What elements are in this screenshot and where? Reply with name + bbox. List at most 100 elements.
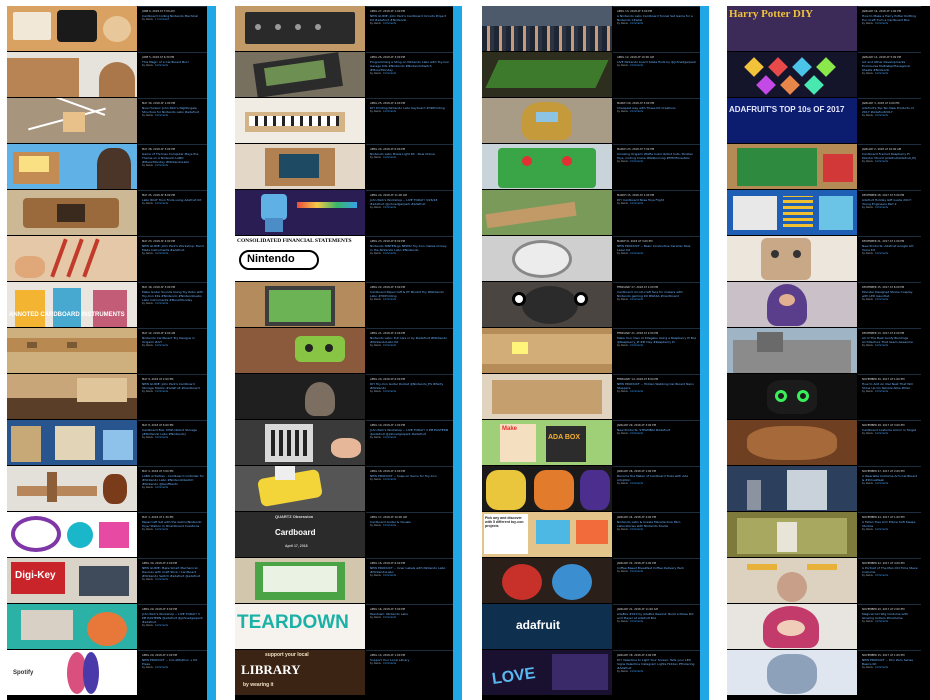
post-title-link[interactable]: A Nintendo Labo Cardboard Tunnel Set Gam… xyxy=(617,14,697,22)
post-thumbnail[interactable] xyxy=(727,558,857,603)
post-title-link[interactable]: Monster Designed Stroke Cosplay with LED… xyxy=(862,290,918,298)
post-thumbnail[interactable] xyxy=(235,190,365,235)
post-thumbnail[interactable]: LOVE xyxy=(482,650,612,695)
post-thumbnail[interactable] xyxy=(7,328,137,373)
post-thumbnail[interactable]: adafruit xyxy=(482,604,612,649)
post-title-link[interactable]: All of The Best Goofy Buildings Architec… xyxy=(862,336,918,344)
comments-link[interactable]: Comments xyxy=(875,482,888,485)
post-thumbnail[interactable] xyxy=(7,236,137,281)
comments-link[interactable]: Comments xyxy=(155,390,168,393)
post-title-link[interactable]: Make Your Own AI Kitagaku Using a Raspbe… xyxy=(617,336,697,344)
comments-link[interactable]: Comments xyxy=(155,252,168,255)
comments-link[interactable]: Comments xyxy=(875,528,888,531)
post-thumbnail[interactable] xyxy=(482,236,612,281)
post-title-link[interactable]: Now Hunker: John Park's Nightingale Stru… xyxy=(142,106,204,114)
post-author[interactable]: by Alexis xyxy=(370,524,381,527)
comments-link[interactable]: Comments xyxy=(383,252,396,255)
post-title-link[interactable]: John Park's Workshop -- LIVE TODAY! 3 PM… xyxy=(142,612,204,624)
post-author[interactable]: by Alexis xyxy=(617,202,628,205)
post-author[interactable]: by Alexis xyxy=(862,528,873,531)
post-author[interactable]: by Alexis xyxy=(142,666,153,669)
comments-link[interactable]: Comments xyxy=(630,22,643,25)
post-author[interactable]: by Alexis xyxy=(370,72,381,75)
post-author[interactable]: by Alexis xyxy=(142,528,153,531)
post-thumbnail[interactable] xyxy=(482,190,612,235)
post-author[interactable]: by Alexis xyxy=(142,624,153,627)
post-author[interactable]: by Alexis xyxy=(617,22,628,25)
comments-link[interactable]: Comments xyxy=(630,670,643,673)
post-author[interactable]: by Alexis xyxy=(370,478,381,481)
comments-link[interactable]: Comments xyxy=(630,298,643,301)
post-thumbnail[interactable] xyxy=(235,328,365,373)
post-author[interactable]: by Alexis xyxy=(617,252,628,255)
post-author[interactable]: by Alexis xyxy=(142,436,153,439)
post-title-link[interactable]: NEW GUIDE: John Park's Workshop: Hand Ma… xyxy=(142,244,204,252)
comments-link[interactable]: Comments xyxy=(875,432,888,435)
comments-link[interactable]: Comments xyxy=(875,206,888,209)
post-title-link[interactable]: NEW GUIDE: John Park's Cardboard Circuit… xyxy=(370,14,450,22)
post-title-link[interactable]: NEW PRODUCT -- Basic Conductive Ceramic … xyxy=(617,244,697,252)
post-thumbnail[interactable] xyxy=(7,374,137,419)
post-thumbnail[interactable] xyxy=(482,6,612,51)
post-title-link[interactable]: LABO Activities - Cardboard controller f… xyxy=(142,474,204,486)
comments-link[interactable]: Comments xyxy=(383,344,396,347)
post-thumbnail[interactable]: Make ADA BOX xyxy=(482,420,612,465)
comments-link[interactable]: Comments xyxy=(155,528,168,531)
post-title-link[interactable]: How to Add An Owl Nest That Will Shine U… xyxy=(862,382,918,390)
comments-link[interactable]: Comments xyxy=(155,578,168,581)
post-title-link[interactable]: Adafruit Holiday Gift Guide 2017: Young … xyxy=(862,198,918,206)
comments-link[interactable]: Comments xyxy=(875,666,888,669)
post-thumbnail[interactable] xyxy=(482,282,612,327)
comments-link[interactable]: Comments xyxy=(383,436,396,439)
post-author[interactable]: by Alexis xyxy=(862,22,873,25)
post-author[interactable]: by Alexis xyxy=(142,64,153,67)
comments-link[interactable]: Comments xyxy=(155,486,168,489)
comments-link[interactable]: Comments xyxy=(875,160,888,163)
comments-link[interactable]: Comments xyxy=(630,202,643,205)
post-author[interactable]: by Alexis xyxy=(370,662,381,665)
comments-link[interactable]: Comments xyxy=(875,22,888,25)
comments-link[interactable]: Comments xyxy=(630,570,643,573)
post-title-link[interactable]: NEW PRODUCT -- Inner Labels with Nintend… xyxy=(370,566,450,574)
comments-link[interactable]: Comments xyxy=(155,666,168,669)
post-thumbnail[interactable] xyxy=(727,650,857,695)
post-title-link[interactable]: Art and Other Developments Enclosures Mu… xyxy=(862,60,918,72)
comments-link[interactable]: Comments xyxy=(155,344,168,347)
post-thumbnail[interactable] xyxy=(7,98,137,143)
post-author[interactable]: by Alexis xyxy=(862,620,873,623)
comments-link[interactable]: Comments xyxy=(155,624,168,627)
comments-link[interactable]: Comments xyxy=(383,662,396,665)
post-author[interactable]: by Alexis xyxy=(862,298,873,301)
post-title-link[interactable]: Nintendo Labo & Create Manufacture Mini-… xyxy=(617,520,697,528)
post-author[interactable]: by Alexis xyxy=(142,252,153,255)
post-thumbnail[interactable] xyxy=(482,144,612,189)
post-thumbnail[interactable]: CONSOLIDATED FINANCIAL STATEMENTS Ninten… xyxy=(235,236,365,281)
post-title-link[interactable]: DIY Valentine to Light Your Screen: Tell… xyxy=(617,658,697,670)
comments-link[interactable]: Comments xyxy=(383,22,396,25)
post-thumbnail[interactable] xyxy=(7,190,137,235)
post-thumbnail[interactable]: support your local LIBRARY by wearing it xyxy=(235,650,365,695)
comments-link[interactable]: Comments xyxy=(155,202,168,205)
post-author[interactable]: by Alexis xyxy=(862,160,873,163)
post-thumbnail[interactable] xyxy=(7,512,137,557)
post-author[interactable]: by Alexis xyxy=(142,486,153,489)
comments-link[interactable]: Comments xyxy=(383,616,396,619)
post-thumbnail[interactable] xyxy=(235,6,365,51)
post-title-link[interactable]: Cardboard circuit-craft face for makers … xyxy=(617,290,697,298)
post-thumbnail[interactable] xyxy=(727,512,857,557)
post-thumbnail[interactable] xyxy=(727,466,857,511)
comments-link[interactable]: Comments xyxy=(630,482,643,485)
column-scrollbar[interactable] xyxy=(207,6,216,700)
post-author[interactable]: by Alexis xyxy=(617,344,628,347)
comments-link[interactable]: Comments xyxy=(383,156,396,159)
post-title-link[interactable]: Make Guitar Sounds Using Toy Robo with T… xyxy=(142,290,204,302)
post-thumbnail[interactable]: Digi-Key xyxy=(7,558,137,603)
comments-link[interactable]: Comments xyxy=(630,64,643,67)
post-thumbnail[interactable] xyxy=(727,236,857,281)
post-author[interactable]: by Alexis xyxy=(370,436,381,439)
post-thumbnail[interactable] xyxy=(482,558,612,603)
post-thumbnail[interactable] xyxy=(482,466,612,511)
post-thumbnail[interactable] xyxy=(727,190,857,235)
post-thumbnail[interactable]: Harry Potter DIY xyxy=(727,6,857,51)
comments-link[interactable]: Comments xyxy=(875,574,888,577)
